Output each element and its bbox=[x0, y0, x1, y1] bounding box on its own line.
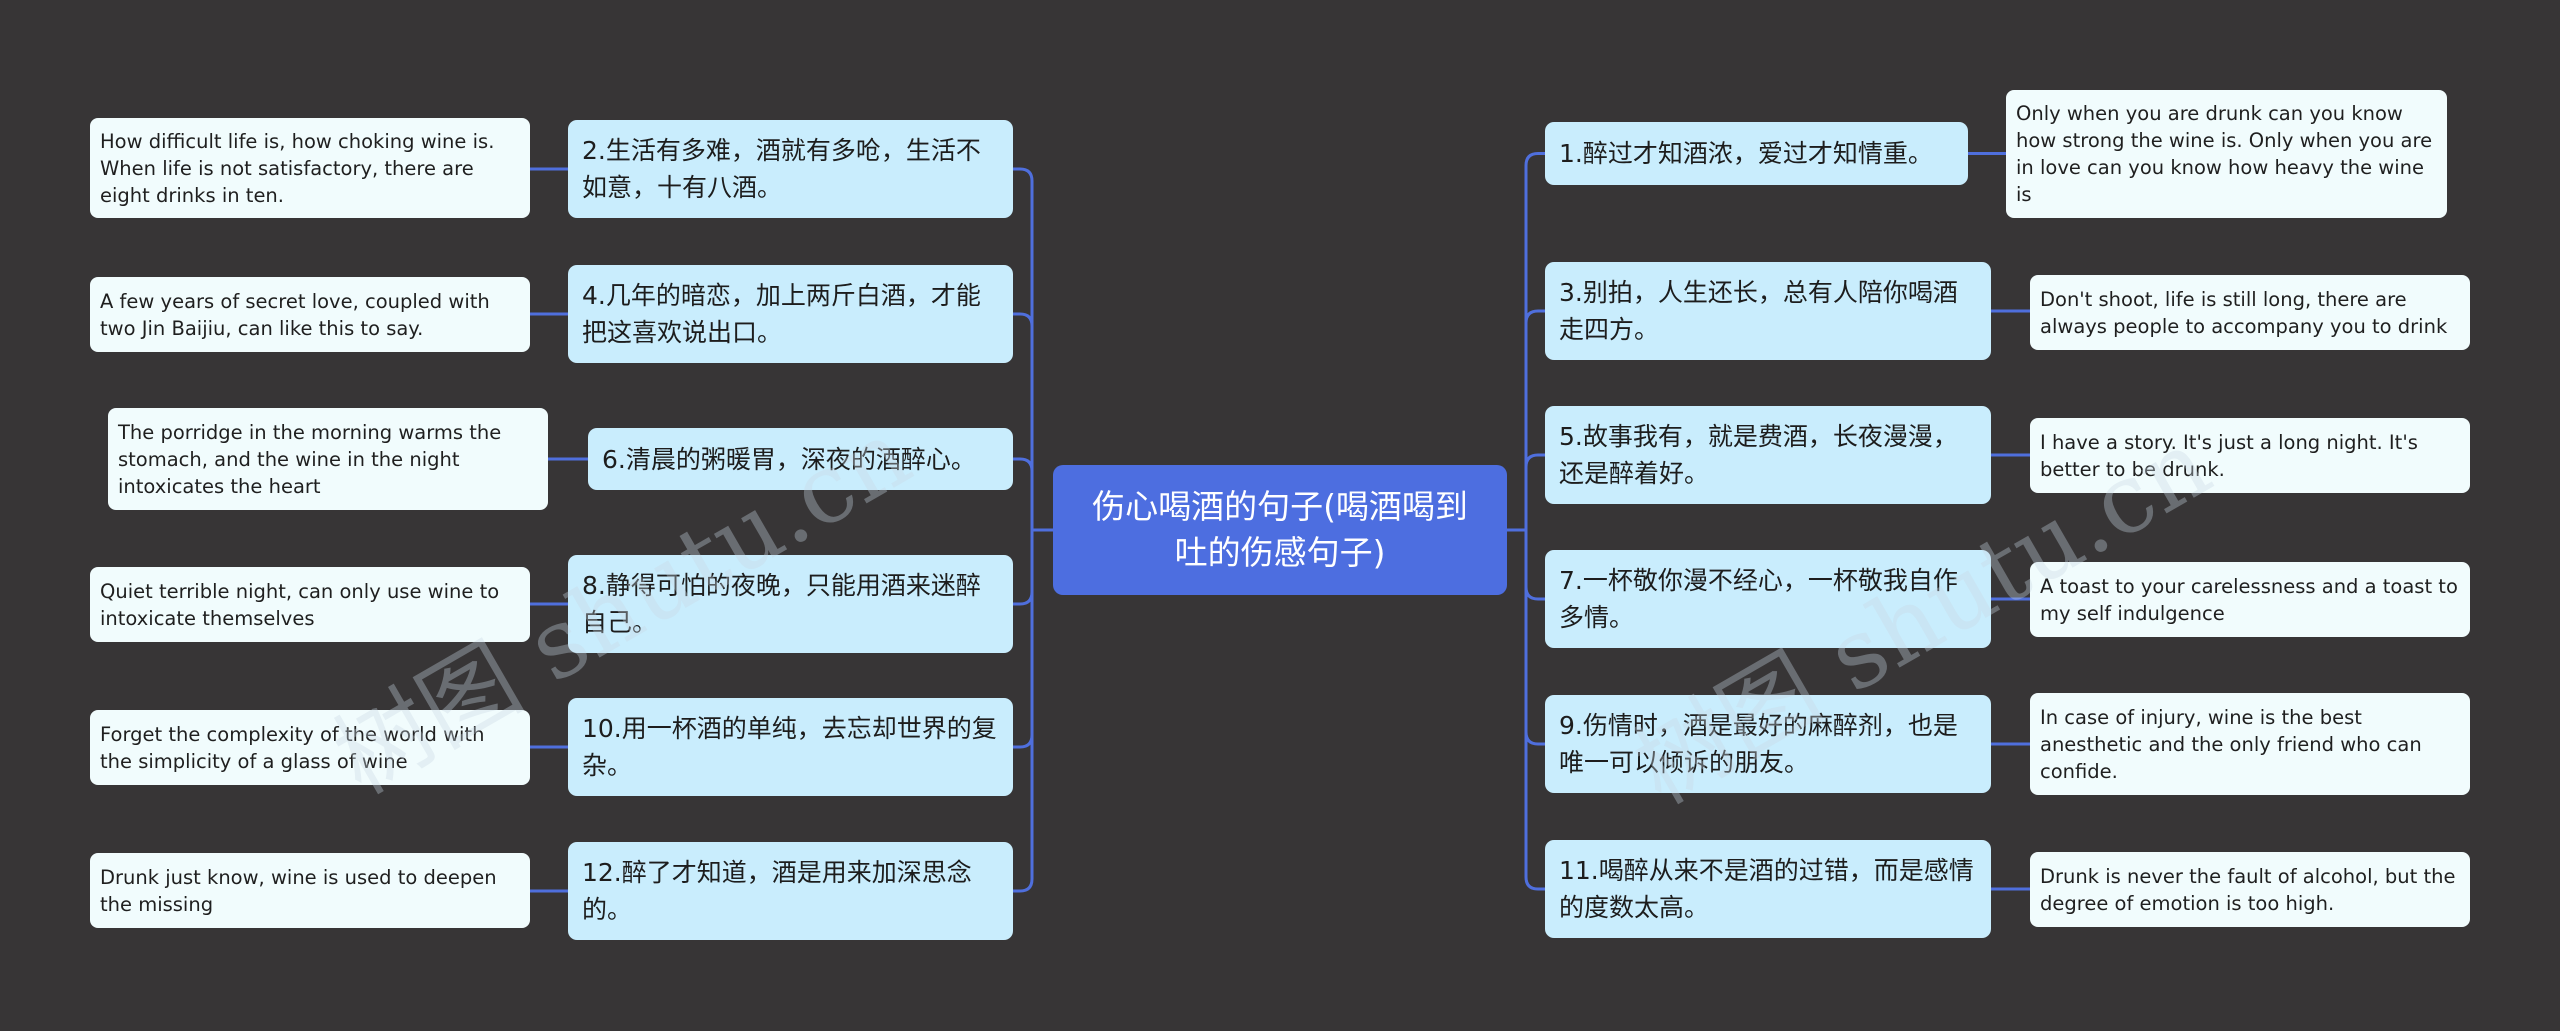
root-node[interactable]: 伤心喝酒的句子(喝酒喝到吐的伤感句子) bbox=[1053, 465, 1507, 595]
right-leaf-node-5[interactable]: I have a story. It's just a long night. … bbox=[2030, 418, 2470, 493]
branch-text: 11.喝醉从来不是酒的过错，而是感情的度数太高。 bbox=[1559, 856, 1974, 922]
left-leaf-node-4[interactable]: A few years of secret love, coupled with… bbox=[90, 277, 530, 352]
right-branch-node-9[interactable]: 9.伤情时，酒是最好的麻醉剂，也是唯一可以倾诉的朋友。 bbox=[1545, 695, 1991, 793]
right-branch-connector bbox=[1524, 152, 1545, 530]
left-branch-connector bbox=[1013, 167, 1034, 530]
right-leaf-node-1[interactable]: Only when you are drunk can you know how… bbox=[2006, 90, 2447, 218]
left-branch-node-10[interactable]: 10.用一杯酒的单纯，去忘却世界的复杂。 bbox=[568, 698, 1013, 796]
left-branch-node-6[interactable]: 6.清晨的粥暖胃，深夜的酒醉心。 bbox=[588, 428, 1013, 490]
leaf-text: The porridge in the morning warms the st… bbox=[118, 420, 502, 498]
left-branch-connector bbox=[1013, 530, 1034, 606]
leaf-text: Drunk just know, wine is used to deepen … bbox=[100, 865, 497, 916]
leaf-text: Quiet terrible night, can only use wine … bbox=[100, 579, 500, 630]
left-leaf-node-6[interactable]: The porridge in the morning warms the st… bbox=[108, 408, 548, 510]
leaf-text: Drunk is never the fault of alcohol, but… bbox=[2040, 864, 2456, 915]
right-branch-connector bbox=[1524, 453, 1545, 530]
branch-text: 2.生活有多难，酒就有多呛，生活不如意，十有八酒。 bbox=[582, 136, 981, 202]
leaf-text: I have a story. It's just a long night. … bbox=[2040, 430, 2418, 481]
right-branch-connector bbox=[1524, 530, 1545, 891]
right-leaf-node-11[interactable]: Drunk is never the fault of alcohol, but… bbox=[2030, 852, 2470, 927]
branch-text: 7.一杯敬你漫不经心，一杯敬我自作多情。 bbox=[1559, 566, 1958, 632]
right-leaf-node-3[interactable]: Don't shoot, life is still long, there a… bbox=[2030, 275, 2470, 350]
leaf-text: A few years of secret love, coupled with… bbox=[100, 289, 490, 340]
branch-text: 12.醉了才知道，酒是用来加深思念的。 bbox=[582, 858, 972, 924]
branch-text: 5.故事我有，就是费酒，长夜漫漫，还是醉着好。 bbox=[1559, 422, 1958, 488]
branch-text: 4.几年的暗恋，加上两斤白酒，才能把这喜欢说出口。 bbox=[582, 281, 981, 347]
right-branch-connector bbox=[1524, 309, 1545, 530]
left-leaf-node-12[interactable]: Drunk just know, wine is used to deepen … bbox=[90, 853, 530, 928]
branch-text: 8.静得可怕的夜晚，只能用酒来迷醉自己。 bbox=[582, 571, 981, 637]
left-branch-node-2[interactable]: 2.生活有多难，酒就有多呛，生活不如意，十有八酒。 bbox=[568, 120, 1013, 218]
right-branch-node-7[interactable]: 7.一杯敬你漫不经心，一杯敬我自作多情。 bbox=[1545, 550, 1991, 648]
left-leaf-node-2[interactable]: How difficult life is, how choking wine … bbox=[90, 118, 530, 218]
left-branch-node-8[interactable]: 8.静得可怕的夜晚，只能用酒来迷醉自己。 bbox=[568, 555, 1013, 653]
right-branch-node-5[interactable]: 5.故事我有，就是费酒，长夜漫漫，还是醉着好。 bbox=[1545, 406, 1991, 504]
right-branch-node-11[interactable]: 11.喝醉从来不是酒的过错，而是感情的度数太高。 bbox=[1545, 840, 1991, 938]
leaf-text: Only when you are drunk can you know how… bbox=[2016, 102, 2433, 206]
leaf-text: Forget the complexity of the world with … bbox=[100, 722, 485, 773]
branch-text: 9.伤情时，酒是最好的麻醉剂，也是唯一可以倾诉的朋友。 bbox=[1559, 711, 1958, 777]
left-leaf-node-10[interactable]: Forget the complexity of the world with … bbox=[90, 710, 530, 785]
left-branch-connector bbox=[1013, 530, 1034, 749]
right-branch-connector bbox=[1524, 530, 1545, 746]
left-leaf-node-8[interactable]: Quiet terrible night, can only use wine … bbox=[90, 567, 530, 642]
right-branch-connector bbox=[1524, 530, 1545, 601]
left-branch-connector bbox=[1013, 312, 1034, 530]
leaf-text: How difficult life is, how choking wine … bbox=[100, 129, 495, 207]
left-branch-node-12[interactable]: 12.醉了才知道，酒是用来加深思念的。 bbox=[568, 842, 1013, 940]
right-leaf-node-7[interactable]: A toast to your carelessness and a toast… bbox=[2030, 562, 2470, 637]
leaf-text: A toast to your carelessness and a toast… bbox=[2040, 574, 2458, 625]
right-leaf-node-9[interactable]: In case of injury, wine is the best anes… bbox=[2030, 693, 2470, 795]
root-title: 伤心喝酒的句子(喝酒喝到吐的伤感句子) bbox=[1092, 487, 1468, 572]
leaf-text: Don't shoot, life is still long, there a… bbox=[2040, 287, 2448, 338]
left-branch-connector bbox=[1013, 530, 1034, 893]
left-branch-connector bbox=[1013, 457, 1034, 530]
branch-text: 1.醉过才知酒浓，爱过才知情重。 bbox=[1559, 139, 1933, 168]
right-branch-node-1[interactable]: 1.醉过才知酒浓，爱过才知情重。 bbox=[1545, 122, 1968, 185]
leaf-text: In case of injury, wine is the best anes… bbox=[2040, 705, 2422, 783]
right-branch-node-3[interactable]: 3.别拍，人生还长，总有人陪你喝酒走四方。 bbox=[1545, 262, 1991, 360]
branch-text: 10.用一杯酒的单纯，去忘却世界的复杂。 bbox=[582, 714, 997, 780]
branch-text: 3.别拍，人生还长，总有人陪你喝酒走四方。 bbox=[1559, 278, 1958, 344]
left-branch-node-4[interactable]: 4.几年的暗恋，加上两斤白酒，才能把这喜欢说出口。 bbox=[568, 265, 1013, 363]
branch-text: 6.清晨的粥暖胃，深夜的酒醉心。 bbox=[602, 444, 976, 474]
